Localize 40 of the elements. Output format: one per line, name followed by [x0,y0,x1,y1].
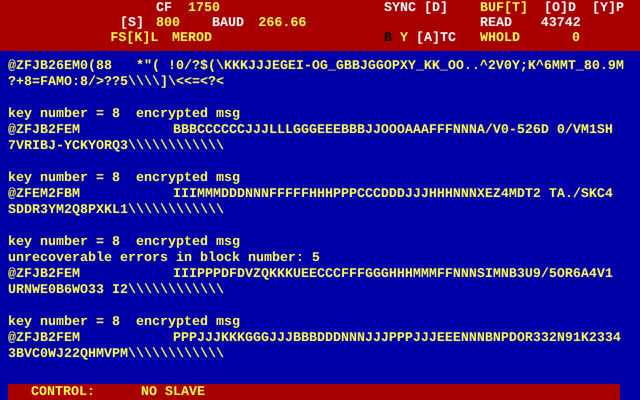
header-field: SYNC [D] [384,1,448,16]
header-field: 0 [572,31,580,46]
header-field: 266.66 [258,16,306,31]
record-label: @ZFJB2FEM [8,267,80,283]
header-field: 1750 [188,1,220,16]
header-field: READ [480,16,512,31]
status-label: CONTROL: [31,384,95,400]
message-line: URNWE0B6WO33 I2\\\\\\\\\\\\ [8,283,224,299]
record-data: IIIPPPDFDVZQKKKUEECCCFFFGGGHHHMMMFFNNNSIMNB3U9/5OR6A4V1 [172,267,613,283]
message-line: 3BVC0WJ22QHMVPM\\\\\\\\\\\\ [8,347,224,363]
message-line: ?+8=FAMO:8/>??5\\\\]\<<=<?< [8,75,224,91]
header-field: [O]D [544,1,576,16]
header-field: 800 [156,16,180,31]
record-data: PPPJJJKKKGGGJJJBBBDDDNNNJJJPPPJJJEEENNNBNPDOR332N91K2334 [172,331,621,347]
header-field: [A]TC [416,31,456,46]
status-value: NO SLAVE [141,384,205,400]
record-label: @ZFEM2FBM [8,187,80,203]
record-label: @ZFJB2FEM [8,331,80,347]
record-data: IIIMMMDDDNNNFFFFFHHHPPPCCCDDDJJJHHHNNNXEZ4MDT2 TA./SKC4 [172,187,613,203]
header-field: 43742 [540,16,581,31]
message-line: unrecoverable errors in block number: 5 [8,251,320,267]
header-field: [S] [120,16,144,31]
message-line: key number = 8 encrypted msg [8,315,240,331]
message-line: key number = 8 encrypted msg [8,107,240,123]
message-line: key number = 8 encrypted msg [8,235,240,251]
header-field: B [384,31,392,46]
record-label: @ZFJB2FEM [8,123,80,139]
header-field: WHOLD [480,31,520,46]
header-field: Y [400,31,408,46]
header-field: BAUD [212,16,244,31]
message-line: @ZFJB26EM0(88 *"( !0/?$(\KKKJJJEGEI-OG_GBBJGGOPXY_KK_OO..^2V0Y;K^6MMT_80.9M [8,59,624,75]
message-line: key number = 8 encrypted msg [8,171,240,187]
message-line: 7VRIBJ-YCKYORQ3\\\\\\\\\\\\ [8,139,224,155]
record-data: BBBCCCCCCJJJLLLGGGEEEBBBJJOOOAAAFFFNNNA/V0-526D 0/VM1SH [172,123,613,139]
message-line: SDDR3YM2Q8PXKL1\\\\\\\\\\\\ [8,203,224,219]
header-field: FS[K]L [110,31,158,46]
header-field: BUF[T] [480,1,528,16]
header-field: CF [156,1,172,16]
header-field: [Y]P [592,1,624,16]
header-field: MEROD [172,31,212,46]
